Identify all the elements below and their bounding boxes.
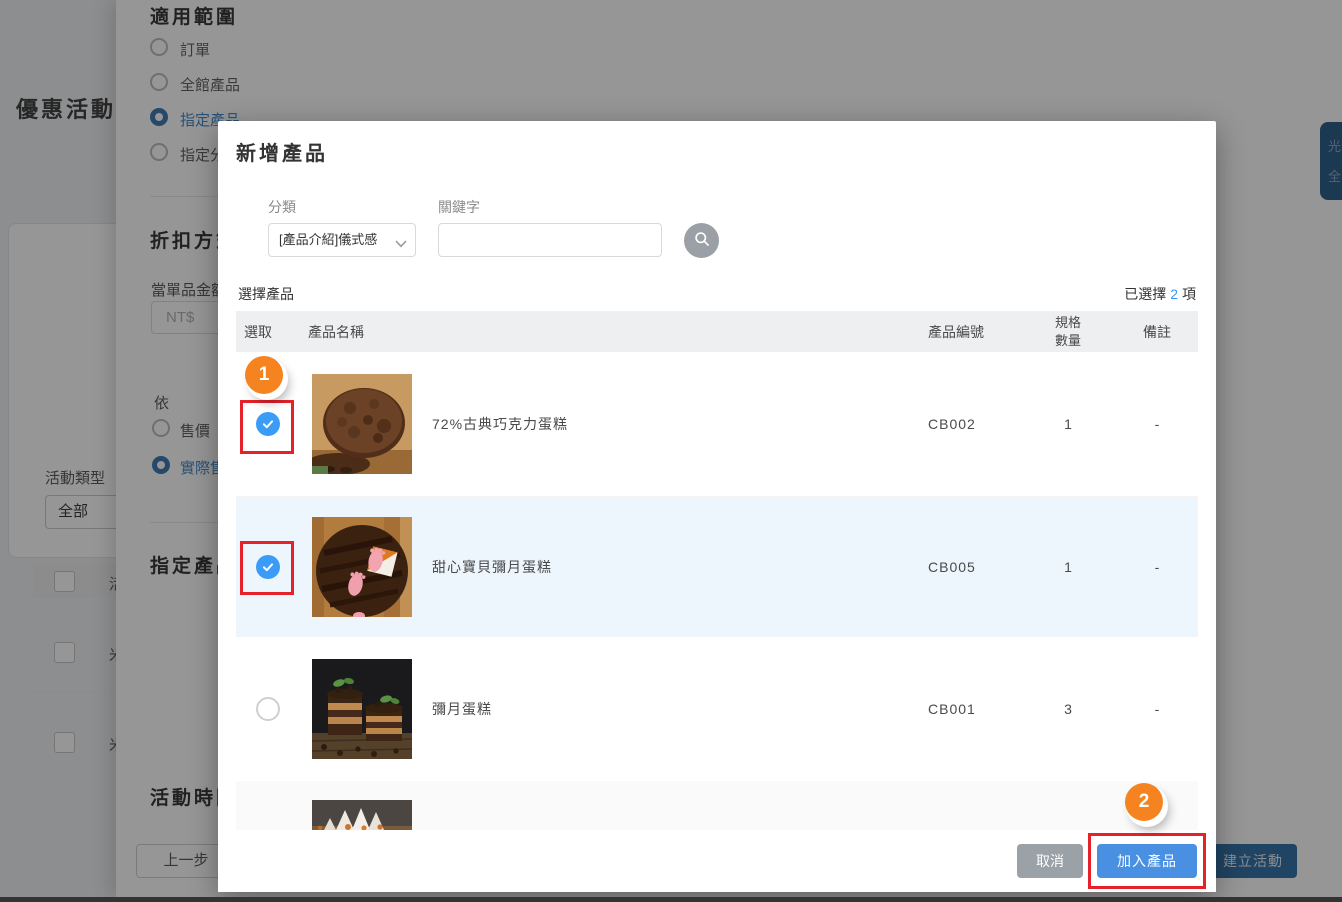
- keyword-label: 關鍵字: [438, 197, 480, 217]
- header-name: 產品名稱: [300, 322, 912, 342]
- search-icon: [692, 229, 712, 252]
- product-table: 選取 產品名稱 產品編號 規格數量 備註 72%古典巧克力蛋糕 CB002 1 …: [236, 311, 1198, 830]
- annotation-step-badge-1: 1: [245, 356, 283, 394]
- chevron-down-icon: [395, 235, 407, 253]
- product-qty: 1: [1020, 416, 1116, 432]
- table-row[interactable]: 72%古典巧克力蛋糕 CB002 1 -: [236, 352, 1198, 497]
- annotation-step-badge-2: 2: [1125, 783, 1163, 821]
- table-row[interactable]: 彌月蛋糕 CB001 3 -: [236, 637, 1198, 781]
- table-header: 選取 產品名稱 產品編號 規格數量 備註: [236, 311, 1198, 352]
- table-row-partial[interactable]: [236, 781, 1198, 830]
- row-checkbox-unchecked[interactable]: [256, 697, 280, 721]
- product-image: [312, 659, 412, 759]
- product-code: CB002: [912, 416, 1020, 432]
- product-name: 72%古典巧克力蛋糕: [432, 414, 568, 434]
- search-button[interactable]: [684, 223, 719, 258]
- header-code: 產品編號: [912, 322, 1020, 342]
- header-spec-qty: 規格數量: [1020, 314, 1116, 349]
- category-dropdown[interactable]: [產品介紹]儀式感: [268, 223, 416, 257]
- product-image: [312, 517, 412, 617]
- product-code: CB001: [912, 701, 1020, 717]
- select-products-label: 選擇產品: [238, 284, 294, 304]
- selected-count-number: 2: [1166, 286, 1182, 302]
- header-note: 備註: [1116, 322, 1198, 342]
- table-row-selected[interactable]: 甜心寶貝彌月蛋糕 CB005 1 -: [236, 497, 1198, 637]
- screen: 優惠活動管理 活動類型 全部 活 米 米 適用範圍 訂單 全館產品 指定產品 指…: [0, 0, 1342, 902]
- modal-title: 新增產品: [236, 137, 328, 166]
- product-note: -: [1116, 559, 1198, 575]
- annotation-red-box-step2: [1088, 833, 1206, 889]
- product-qty: 3: [1020, 701, 1116, 717]
- product-name: 彌月蛋糕: [432, 699, 492, 719]
- header-select: 選取: [236, 322, 300, 342]
- cancel-button[interactable]: 取消: [1017, 844, 1083, 878]
- window-bottom-edge: [0, 897, 1342, 902]
- product-note: -: [1116, 416, 1198, 432]
- add-product-modal: 新增產品 分類 [產品介紹]儀式感 關鍵字 選擇產品 已選擇2項 選取 產品名稱…: [218, 121, 1216, 892]
- product-name: 甜心寶貝彌月蛋糕: [432, 557, 552, 577]
- annotation-red-box-step1: [240, 400, 294, 454]
- product-note: -: [1116, 701, 1198, 717]
- product-image: [312, 374, 412, 474]
- keyword-input[interactable]: [438, 223, 662, 257]
- product-image: [312, 800, 412, 830]
- annotation-red-box-checkbox2: [240, 541, 294, 595]
- selected-count: 已選擇2項: [1124, 284, 1196, 304]
- product-qty: 1: [1020, 559, 1116, 575]
- category-value: [產品介紹]儀式感: [279, 224, 395, 256]
- product-code: CB005: [912, 559, 1020, 575]
- category-label: 分類: [268, 197, 296, 217]
